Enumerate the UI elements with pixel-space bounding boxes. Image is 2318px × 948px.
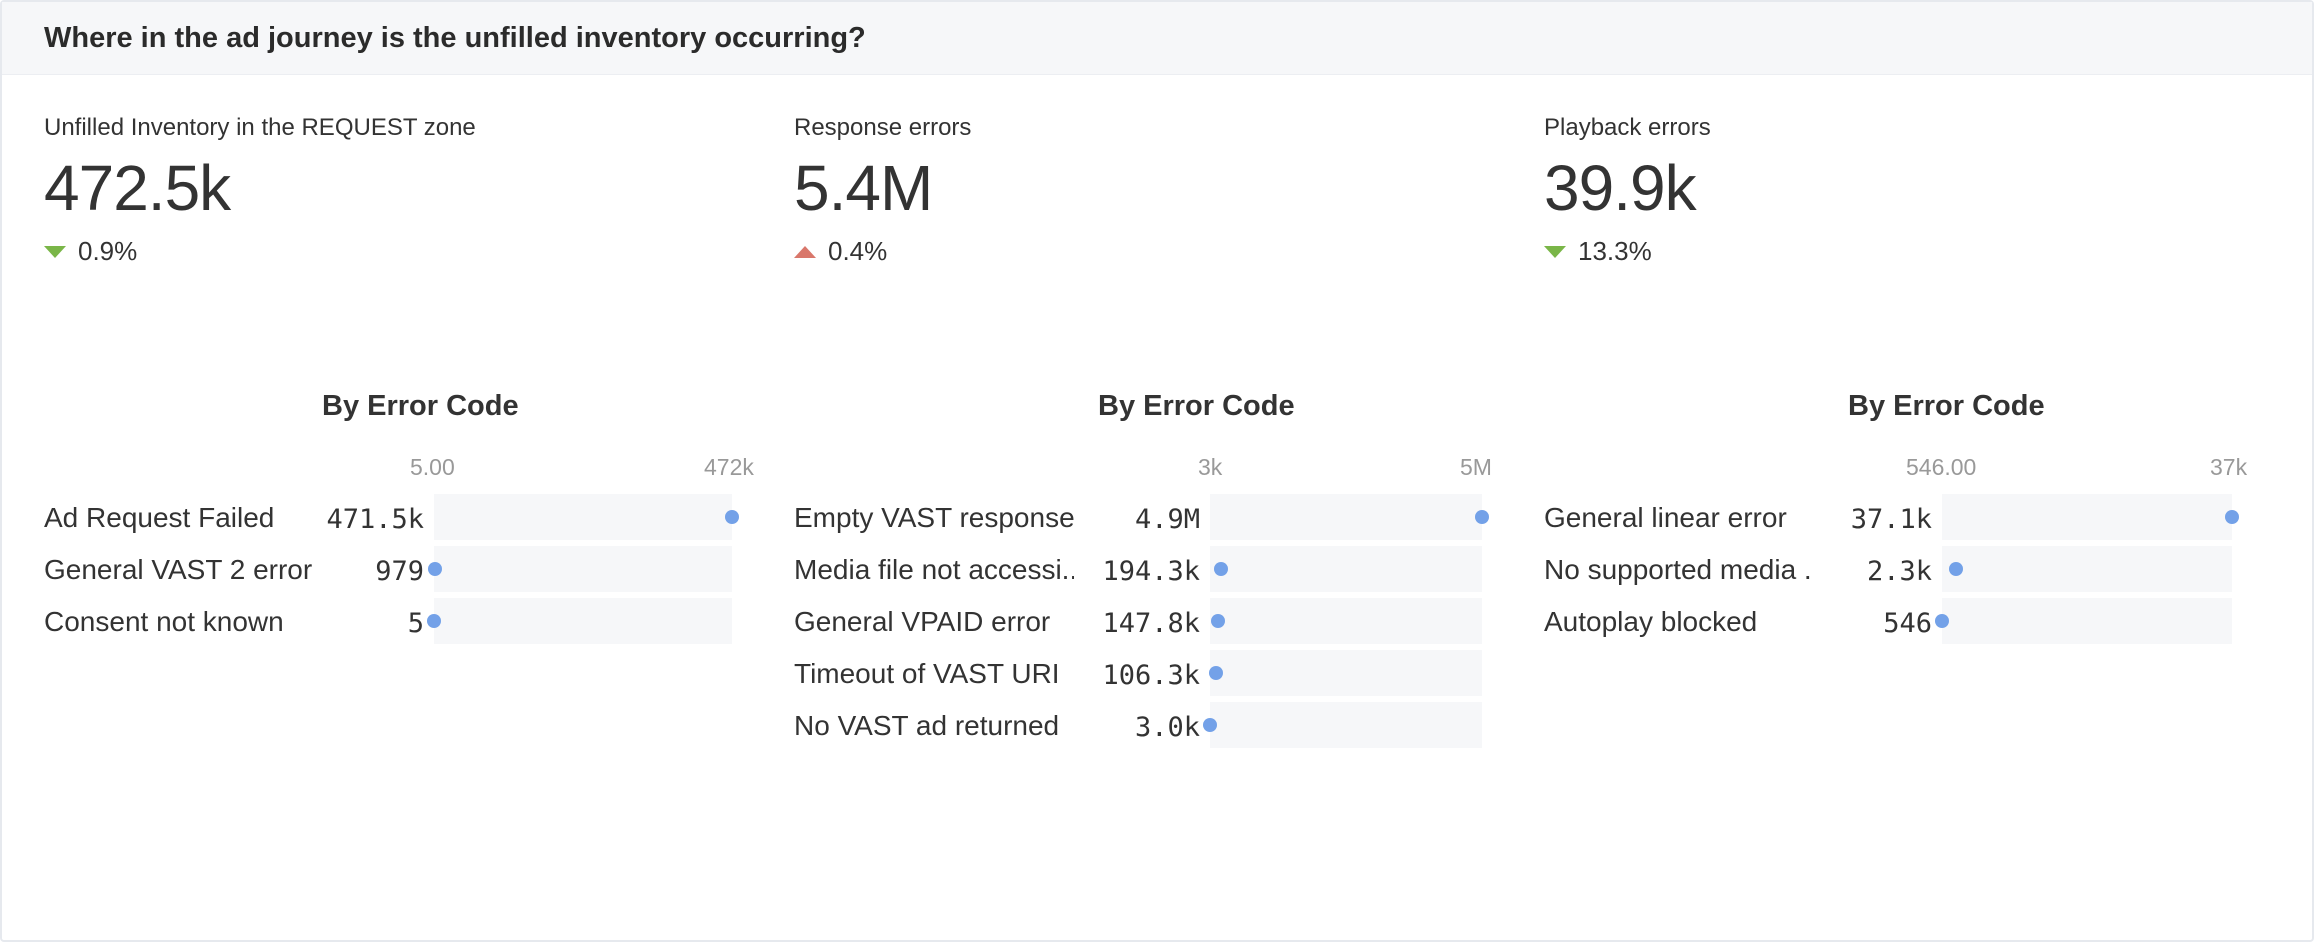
row-value: 546: [1883, 608, 1932, 639]
row-label: Media file not accessi...: [794, 554, 1074, 585]
chart-row[interactable]: Autoplay blocked 546: [1544, 598, 2242, 646]
chart-row[interactable]: General VAST 2 error 979: [44, 546, 742, 594]
chart-title: By Error Code: [1848, 390, 2045, 422]
row-label: Empty VAST response: [794, 502, 1074, 533]
chart-row[interactable]: No VAST ad returned 3.0k: [794, 702, 1492, 750]
row-track: [1942, 598, 2232, 644]
row-track: [434, 598, 732, 644]
axis-max-label: 37k: [2210, 454, 2248, 480]
row-track: [1942, 494, 2232, 540]
row-track: [1210, 598, 1482, 644]
row-track: [434, 546, 732, 592]
row-value: 2.3k: [1866, 556, 1932, 587]
row-track: [1210, 546, 1482, 592]
row-track: [1942, 546, 2232, 592]
dashboard-panel: Where in the ad journey is the unfilled …: [0, 0, 2314, 942]
row-label: General VPAID error: [794, 606, 1051, 637]
chart-row[interactable]: Ad Request Failed 471.5k: [44, 494, 742, 542]
row-value-dot: [427, 562, 442, 576]
row-value: 147.8k: [1102, 608, 1200, 639]
row-value-dot: [1935, 614, 1949, 628]
chart-row[interactable]: Timeout of VAST URI 106.3k: [794, 650, 1492, 698]
row-track: [434, 494, 732, 540]
chart-row[interactable]: Media file not accessi... 194.3k: [794, 546, 1492, 594]
row-label: General VAST 2 error: [44, 554, 313, 585]
row-value: 5: [407, 608, 424, 639]
row-track: [1210, 650, 1482, 696]
axis-min-label: 5.00: [410, 454, 455, 480]
axis-max-label: 5M: [1460, 454, 1492, 480]
row-value: 3.0k: [1134, 712, 1200, 743]
row-label: Ad Request Failed: [44, 502, 275, 533]
row-value-dot: [1211, 614, 1226, 628]
row-value-dot: [1475, 510, 1489, 524]
axis-min-label: 3k: [1198, 454, 1223, 480]
chart-title: By Error Code: [1098, 390, 1295, 422]
chart-row[interactable]: General linear error 37.1k: [1544, 494, 2242, 542]
row-value-dot: [2225, 510, 2239, 524]
row-value: 106.3k: [1102, 660, 1200, 691]
row-value-dot: [1948, 562, 1963, 576]
row-label: No VAST ad returned: [794, 710, 1060, 741]
row-label: No supported media ...: [1544, 554, 1814, 585]
row-track: [1210, 494, 1482, 540]
chart-row[interactable]: General VPAID error 147.8k: [794, 598, 1492, 646]
row-value: 979: [375, 556, 424, 587]
chart-title: By Error Code: [322, 390, 519, 422]
error-code-chart-response: By Error Code 3k 5M Empty VAST response 4…: [794, 2, 1534, 948]
row-value-dot: [1213, 562, 1228, 576]
chart-row[interactable]: Consent not known 5: [44, 598, 742, 646]
row-value-dot: [724, 510, 739, 524]
chart-row[interactable]: Empty VAST response 4.9M: [794, 494, 1492, 542]
axis-max-label: 472k: [704, 454, 754, 480]
error-code-chart-playback: By Error Code 546.00 37k General linear …: [1544, 2, 2284, 948]
row-value-dot: [1208, 666, 1223, 680]
row-label: Consent not known: [44, 606, 284, 637]
row-value: 194.3k: [1102, 556, 1200, 587]
chart-row[interactable]: No supported media ... 2.3k: [1544, 546, 2242, 594]
row-value: 37.1k: [1850, 504, 1932, 535]
error-code-chart-request: By Error Code 5.00 472k Ad Request Faile…: [44, 2, 784, 948]
row-value-dot: [1203, 718, 1217, 732]
row-label: General linear error: [1544, 502, 1787, 533]
row-value: 471.5k: [326, 504, 424, 535]
row-value: 4.9M: [1134, 504, 1200, 535]
axis-min-label: 546.00: [1906, 454, 1977, 480]
row-value-dot: [427, 614, 441, 628]
row-label: Timeout of VAST URI: [794, 658, 1060, 689]
row-label: Autoplay blocked: [1544, 606, 1758, 637]
row-track: [1210, 702, 1482, 748]
